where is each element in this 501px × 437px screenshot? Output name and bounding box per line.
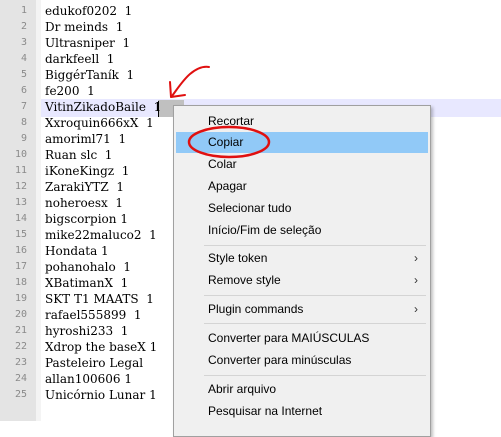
menu-item-remove-style-label: Remove style (208, 273, 281, 287)
menu-item-plugin-commands-label: Plugin commands (208, 302, 304, 316)
menu-item-begin-end-select[interactable]: Início/Fim de seleção (176, 220, 428, 241)
line-number: 25 (14, 389, 27, 400)
menu-item-delete[interactable]: Apagar (176, 176, 428, 197)
menu-item-open-file[interactable]: Abrir arquivo (176, 379, 428, 400)
menu-item-search-internet[interactable]: Pesquisar na Internet (176, 401, 428, 422)
menu-item-plugin-commands[interactable]: Plugin commands › (176, 299, 428, 320)
menu-separator (204, 323, 426, 324)
submenu-arrow-icon: › (414, 302, 418, 316)
menu-item-style-token-label: Style token (208, 251, 268, 265)
menu-item-select-all[interactable]: Selecionar tudo (176, 198, 428, 219)
menu-item-lowercase[interactable]: Converter para minúsculas (176, 350, 428, 371)
menu-item-uppercase[interactable]: Converter para MAIÚSCULAS (176, 328, 428, 349)
submenu-arrow-icon: › (414, 251, 418, 265)
menu-separator (204, 295, 426, 296)
fold-margin (36, 0, 41, 421)
menu-separator (204, 245, 426, 246)
menu-item-copy[interactable]: Copiar (176, 132, 428, 153)
menu-separator (204, 375, 426, 376)
menu-item-copy-label: Copiar (208, 135, 244, 149)
context-menu: Recortar Copiar Colar Apagar Selecionar … (173, 105, 431, 437)
submenu-arrow-icon: › (414, 273, 418, 287)
menu-item-paste[interactable]: Colar (176, 154, 428, 175)
menu-item-style-token[interactable]: Style token › (176, 248, 428, 269)
menu-item-cut[interactable]: Recortar (176, 111, 428, 132)
editor-line[interactable]: Unicórnio Lunar 1 (45, 386, 157, 404)
menu-item-remove-style[interactable]: Remove style › (176, 270, 428, 291)
